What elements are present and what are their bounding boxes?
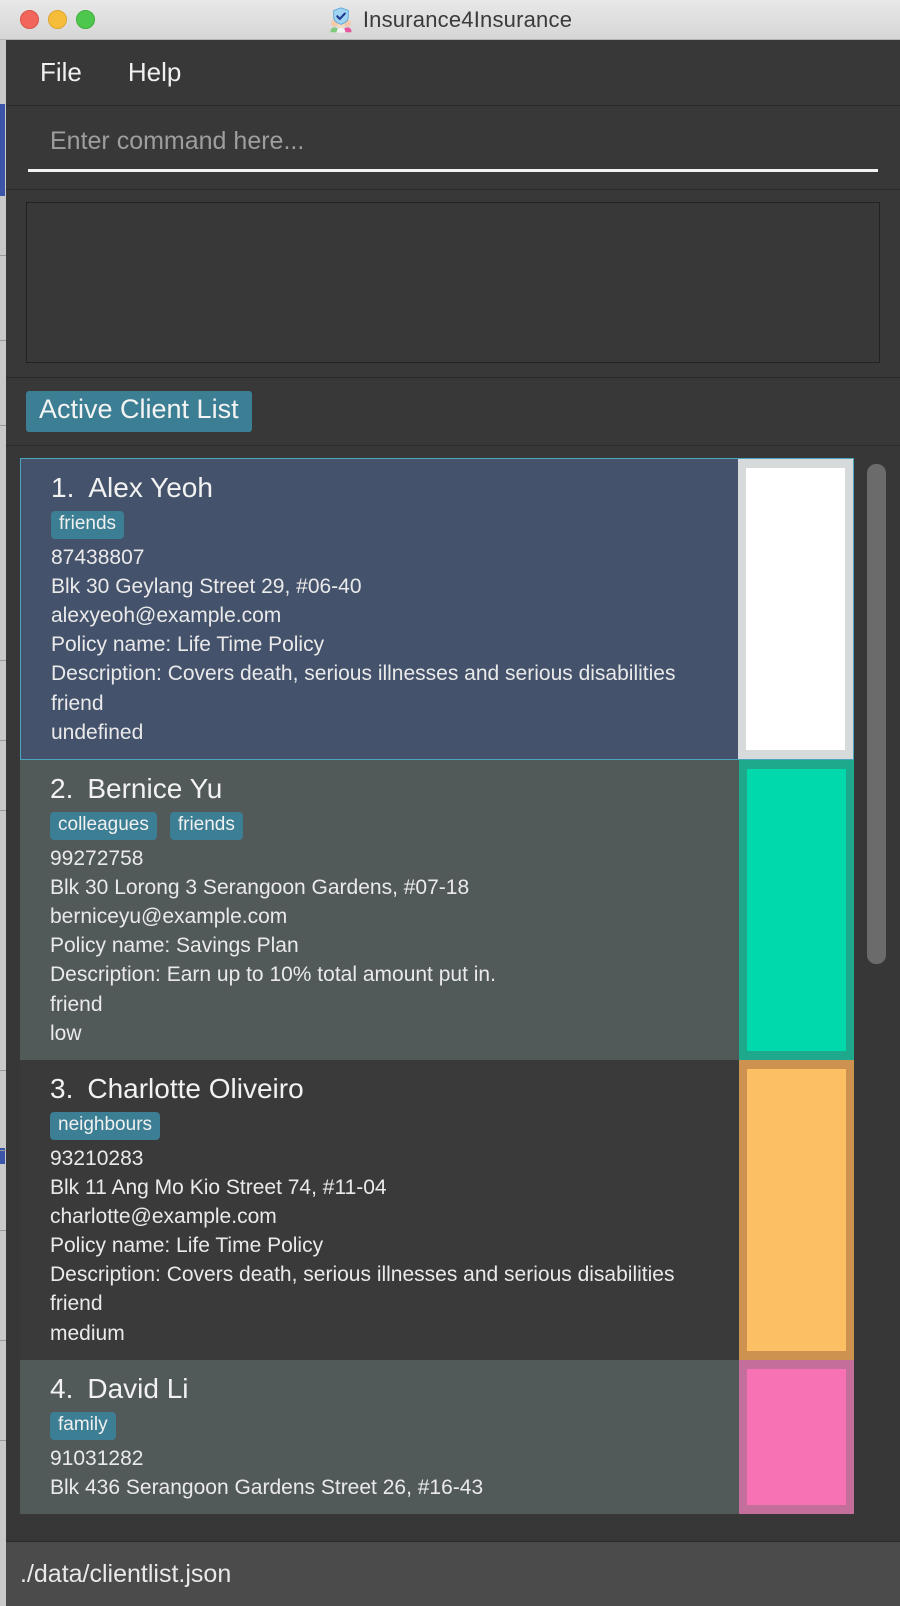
client-priority: undefined: [51, 720, 144, 744]
save-location-path: ./data/clientlist.json: [20, 1559, 232, 1588]
client-card[interactable]: 2. Bernice Yu colleagues friends 99272758 Blk…: [20, 759, 854, 1060]
menu-item-help[interactable]: Help: [124, 54, 185, 91]
client-priority: medium: [50, 1321, 125, 1345]
menu-bar: File Help: [6, 40, 900, 106]
client-name: 1. Alex Yeoh: [51, 472, 728, 504]
result-display: [26, 202, 880, 363]
client-color-swatch: [738, 459, 853, 759]
list-header: Active Client List: [6, 378, 900, 446]
window-title: Insurance4Insurance: [362, 7, 573, 32]
client-card-body: 1. Alex Yeoh friends 87438807 Blk 30 Geylang…: [21, 459, 738, 759]
active-client-list-label: Active Client List: [26, 391, 252, 432]
client-address: Blk 30 Lorong 3 Serangoon Gardens, #07-1…: [50, 875, 470, 899]
client-color-swatch-fill: [747, 768, 846, 1051]
status-bar: ./data/clientlist.json: [6, 1542, 900, 1606]
client-email: alexyeoh@example.com: [51, 604, 282, 628]
main-window: File Help Active Client List 1. Alex Yeoh…: [6, 40, 900, 1606]
client-tag: friends: [51, 510, 125, 539]
client-phone: 99272758: [50, 846, 144, 870]
client-tags: friends: [51, 510, 728, 539]
client-relationship: friend: [50, 1292, 103, 1316]
client-tag: family: [50, 1411, 116, 1440]
client-tag: neighbours: [50, 1111, 161, 1140]
client-address: Blk 436 Serangoon Gardens Street 26, #16…: [50, 1475, 484, 1499]
client-policy: Policy name: Life Time Policy: [51, 633, 325, 657]
client-index: 2.: [50, 772, 74, 804]
window-controls: [20, 10, 95, 29]
client-policy-description: Description: Covers death, serious illne…: [50, 1263, 675, 1287]
client-relationship: friend: [51, 691, 104, 715]
client-card-body: 3. Charlotte Oliveiro neighbours 93210283 Bl…: [20, 1060, 739, 1360]
client-card[interactable]: 1. Alex Yeoh friends 87438807 Blk 30 Geylang…: [20, 458, 854, 760]
client-priority: low: [50, 1021, 82, 1045]
client-card-body: 4. David Li family 91031282 Blk 436 Serangoo…: [20, 1360, 739, 1514]
client-index: 3.: [50, 1072, 74, 1104]
client-tags: family: [50, 1411, 729, 1440]
title-bar-center: Insurance4Insurance: [0, 0, 900, 40]
scrollbar-thumb[interactable]: [867, 464, 886, 964]
client-policy-description: Description: Covers death, serious illne…: [51, 662, 676, 686]
client-policy: Policy name: Savings Plan: [50, 934, 299, 958]
client-index: 4.: [50, 1372, 74, 1404]
client-list-scrollbar[interactable]: [867, 460, 886, 1531]
client-address: Blk 11 Ang Mo Kio Street 74, #11-04: [50, 1175, 387, 1199]
menu-item-file[interactable]: File: [36, 54, 86, 91]
client-name: 4. David Li: [50, 1372, 729, 1405]
client-phone: 87438807: [51, 545, 145, 569]
people-shield-icon: [330, 7, 352, 33]
client-relationship: friend: [50, 992, 103, 1016]
result-display-wrapper: [6, 190, 900, 378]
client-index: 1.: [51, 472, 75, 503]
client-name-text: Bernice Yu: [87, 772, 223, 804]
command-input[interactable]: [28, 122, 878, 172]
client-phone: 93210283: [50, 1146, 144, 1170]
client-name-text: Charlotte Oliveiro: [87, 1072, 304, 1104]
client-policy: Policy name: Life Time Policy: [50, 1234, 324, 1258]
client-name: 3. Charlotte Oliveiro: [50, 1072, 729, 1105]
app-root: Insurance4Insurance File Help Active Cli…: [0, 0, 900, 1606]
client-email: berniceyu@example.com: [50, 904, 288, 928]
client-email: charlotte@example.com: [50, 1204, 277, 1228]
client-phone: 91031282: [50, 1446, 144, 1470]
client-color-swatch: [739, 1059, 854, 1360]
close-window-button[interactable]: [20, 10, 39, 29]
client-color-swatch-fill: [747, 1068, 846, 1351]
client-card-body: 2. Bernice Yu colleagues friends 99272758 Blk…: [20, 760, 739, 1060]
client-color-swatch-fill: [746, 468, 845, 750]
client-address: Blk 30 Geylang Street 29, #06-40: [51, 574, 362, 598]
client-name-text: David Li: [87, 1372, 189, 1404]
client-tags: colleagues friends: [50, 811, 729, 840]
client-color-swatch: [739, 759, 854, 1060]
client-card[interactable]: 4. David Li family 91031282 Blk 436 Serangoo…: [20, 1359, 854, 1514]
client-list-panel: 1. Alex Yeoh friends 87438807 Blk 30 Geylang…: [6, 446, 900, 1542]
client-tags: neighbours: [50, 1111, 729, 1140]
client-list[interactable]: 1. Alex Yeoh friends 87438807 Blk 30 Geylang…: [20, 458, 854, 1533]
client-color-swatch-fill: [747, 1368, 846, 1505]
minimize-window-button[interactable]: [48, 10, 67, 29]
title-bar: Insurance4Insurance: [0, 0, 900, 40]
command-box: [6, 106, 900, 190]
client-color-swatch: [739, 1359, 854, 1514]
client-name-text: Alex Yeoh: [88, 472, 213, 503]
client-name: 2. Bernice Yu: [50, 772, 729, 805]
client-card[interactable]: 3. Charlotte Oliveiro neighbours 93210283 Bl…: [20, 1059, 854, 1360]
client-tag: friends: [169, 811, 243, 840]
client-tag: colleagues: [50, 811, 157, 840]
zoom-window-button[interactable]: [76, 10, 95, 29]
client-policy-description: Description: Earn up to 10% total amount…: [50, 963, 496, 987]
